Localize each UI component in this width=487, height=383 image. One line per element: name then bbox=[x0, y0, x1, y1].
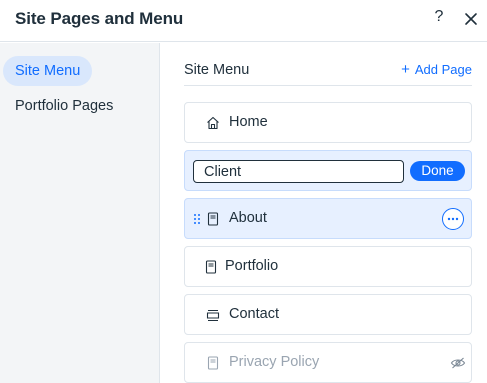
page-item-label: Portfolio bbox=[225, 258, 279, 274]
plus-icon: + bbox=[401, 60, 410, 78]
page-item-portfolio[interactable]: Portfolio bbox=[184, 246, 472, 287]
page-item-home[interactable]: Home bbox=[184, 102, 472, 143]
page-item-contact[interactable]: Contact bbox=[184, 294, 472, 335]
site-menu-title: Site Menu bbox=[184, 62, 250, 78]
hidden-eye-icon[interactable] bbox=[450, 356, 466, 370]
drag-handle-icon[interactable] bbox=[193, 213, 201, 225]
page-item-label: Contact bbox=[229, 306, 279, 322]
more-actions-button[interactable] bbox=[442, 208, 464, 230]
site-menu-header: Site Menu + Add Page bbox=[184, 60, 472, 86]
page-item-label: About bbox=[229, 210, 267, 226]
sidebar-item-portfolio-pages[interactable]: Portfolio Pages bbox=[3, 91, 125, 121]
close-icon[interactable] bbox=[462, 10, 480, 28]
done-button[interactable]: Done bbox=[410, 161, 465, 181]
sidebar-item-site-menu[interactable]: Site Menu bbox=[3, 56, 93, 86]
home-icon bbox=[207, 116, 219, 130]
page-icon bbox=[207, 212, 219, 226]
page-item-label: Privacy Policy bbox=[229, 354, 320, 370]
sidebar: Site Menu Portfolio Pages bbox=[0, 43, 160, 383]
add-page-label: Add Page bbox=[414, 62, 472, 77]
page-item-about[interactable]: About bbox=[184, 198, 472, 239]
page-item-privacy-policy[interactable]: Privacy Policy bbox=[184, 342, 472, 383]
help-button[interactable]: ? bbox=[432, 8, 446, 28]
page-name-input[interactable] bbox=[193, 160, 404, 183]
panel-title: Site Pages and Menu bbox=[15, 9, 184, 28]
contact-page-icon bbox=[206, 309, 220, 322]
page-icon bbox=[207, 356, 219, 370]
panel-header: Site Pages and Menu ? bbox=[0, 0, 487, 42]
add-page-button[interactable]: + Add Page bbox=[401, 60, 472, 78]
page-item-editing: Done bbox=[184, 150, 472, 191]
more-actions-icon bbox=[447, 217, 459, 221]
page-icon bbox=[205, 260, 217, 274]
page-item-label: Home bbox=[229, 114, 268, 130]
